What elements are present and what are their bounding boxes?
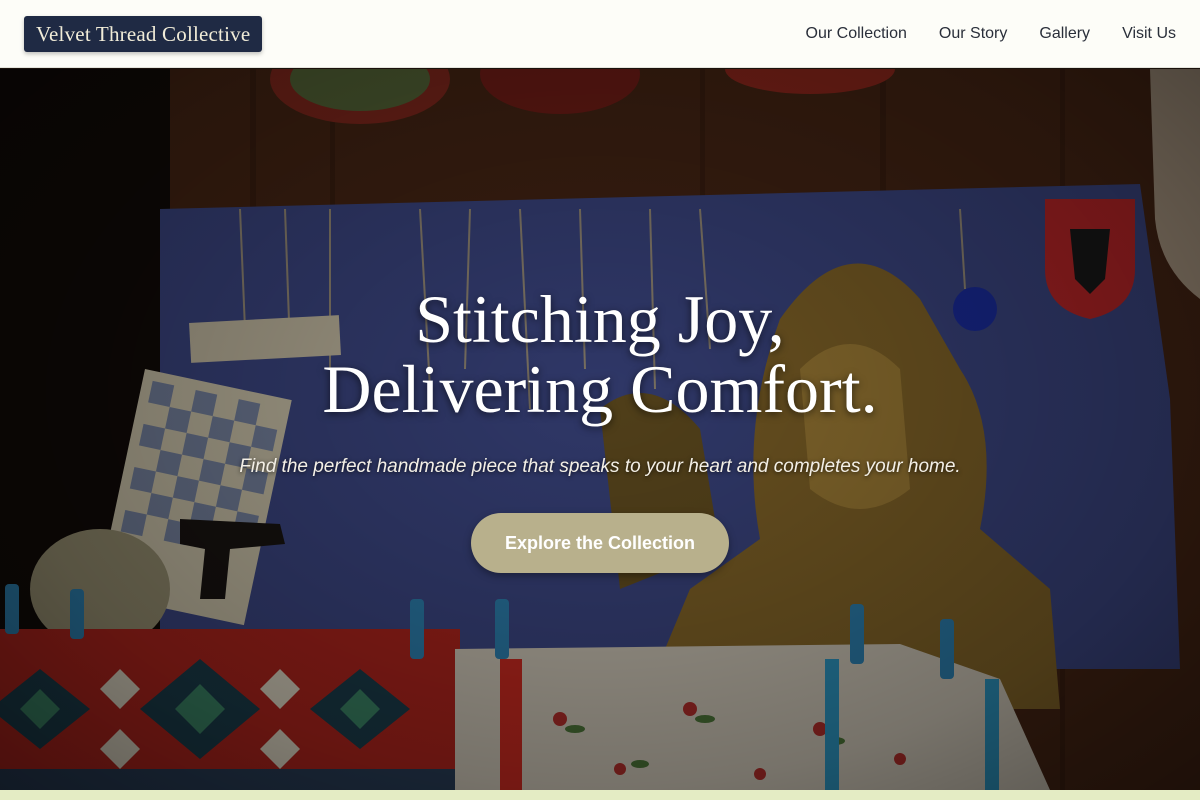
hero-subtitle: Find the perfect handmade piece that spe… (239, 456, 961, 477)
next-section-strip (0, 790, 1200, 800)
nav-gallery[interactable]: Gallery (1039, 25, 1090, 43)
hero-section: Stitching Joy, Delivering Comfort. Find … (0, 69, 1200, 790)
nav-our-story[interactable]: Our Story (939, 25, 1007, 43)
site-header: Velvet Thread Collective Our Collection … (0, 0, 1200, 68)
main-nav: Our Collection Our Story Gallery Visit U… (774, 25, 1176, 43)
hero-content: Stitching Joy, Delivering Comfort. Find … (0, 69, 1200, 790)
explore-collection-button[interactable]: Explore the Collection (471, 513, 729, 573)
nav-our-collection[interactable]: Our Collection (806, 25, 907, 43)
brand-logo[interactable]: Velvet Thread Collective (24, 15, 263, 52)
hero-title-line-1: Stitching Joy, (415, 281, 785, 357)
nav-visit-us[interactable]: Visit Us (1122, 25, 1176, 43)
hero-title: Stitching Joy, Delivering Comfort. (100, 284, 1100, 424)
hero-title-line-2: Delivering Comfort. (322, 351, 878, 427)
